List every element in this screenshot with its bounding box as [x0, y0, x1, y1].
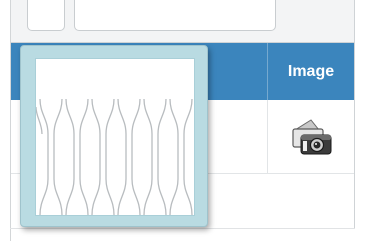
table-bottom-border [10, 228, 355, 229]
camera-icon[interactable] [289, 118, 333, 158]
screenshot-frame: Image [0, 0, 365, 241]
row-column-separator [267, 100, 268, 174]
preview-image [35, 58, 195, 216]
image-preview-popup[interactable] [20, 45, 208, 227]
top-cell-2 [74, 0, 276, 31]
top-cell-1 [27, 0, 65, 31]
table-right-border [354, 0, 355, 229]
ribbon-cable-outline-icon [36, 98, 193, 215]
table-left-border [10, 0, 11, 241]
image-column-header[interactable]: Image [268, 43, 354, 100]
previous-row [11, 0, 354, 42]
